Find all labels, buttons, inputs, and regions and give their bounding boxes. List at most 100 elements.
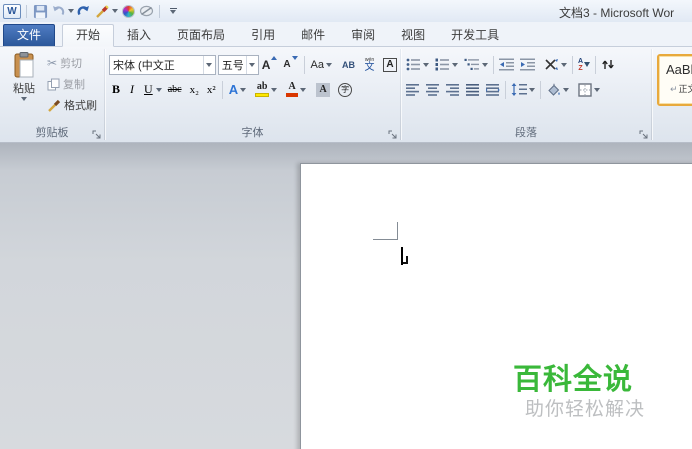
shrink-font-button[interactable]: A <box>280 54 300 75</box>
color-wheel-button[interactable] <box>120 2 136 20</box>
italic-button[interactable]: I <box>127 79 137 100</box>
tab-file[interactable]: 文件 <box>3 24 56 46</box>
align-center-button[interactable] <box>424 79 442 100</box>
ribbon-tab-bar: 文件 开始 插入 页面布局 引用 邮件 审阅 视图 开发工具 <box>0 22 692 47</box>
clipboard-dialog-launcher[interactable] <box>90 128 102 140</box>
distribute-icon <box>486 83 500 96</box>
copy-icon <box>47 78 60 90</box>
font-name-value: 宋体 (中文正 <box>113 59 175 72</box>
justify-icon <box>466 83 479 96</box>
numbering-button[interactable] <box>433 54 460 75</box>
strikethrough-button[interactable]: abc <box>165 79 185 100</box>
tab-page-layout[interactable]: 页面布局 <box>164 25 238 46</box>
tab-mailings[interactable]: 邮件 <box>288 25 338 46</box>
text-highlight-button[interactable]: ab <box>252 79 280 100</box>
paste-clipboard-icon <box>14 52 34 78</box>
customize-qat-button[interactable] <box>165 2 181 20</box>
shading-bucket-icon <box>548 83 560 96</box>
multilevel-list-button[interactable] <box>462 54 490 75</box>
character-border-button[interactable]: A <box>380 54 400 75</box>
format-painter-button[interactable]: 格式刷 <box>47 97 97 113</box>
align-right-button[interactable] <box>444 79 462 100</box>
align-left-icon <box>406 83 419 96</box>
redo-icon <box>77 6 89 16</box>
bullets-dropdown-arrow-icon[interactable] <box>423 62 429 67</box>
asian-layout-dropdown-arrow-icon[interactable] <box>561 62 567 67</box>
undo-button[interactable] <box>50 2 66 20</box>
text-effects-button[interactable]: A <box>226 79 249 100</box>
watermark-title: 百科全说 <box>513 364 634 396</box>
copy-button[interactable]: 复制 <box>47 76 97 92</box>
shading-button[interactable] <box>544 79 571 100</box>
numbering-dropdown-arrow-icon[interactable] <box>452 62 458 67</box>
align-left-button[interactable] <box>404 79 422 100</box>
redo-button[interactable] <box>76 2 92 20</box>
borders-button[interactable] <box>576 79 602 100</box>
paste-button[interactable]: 粘贴 <box>5 52 43 125</box>
line-spacing-button[interactable] <box>509 79 537 100</box>
asian-layout-button[interactable] <box>542 54 569 75</box>
align-right-icon <box>446 83 459 96</box>
divider <box>221 80 223 99</box>
document-page[interactable]: 百科全说 助你轻松解决 <box>300 163 692 449</box>
paragraph-dialog-launcher[interactable] <box>637 128 649 140</box>
font-dialog-launcher[interactable] <box>386 128 398 140</box>
font-group: 宋体 (中文正 五号 A A Aa AB wén 文 A B I U abc x… <box>105 47 400 142</box>
dialog-launcher-icon <box>92 130 100 138</box>
increase-indent-button[interactable] <box>518 54 537 75</box>
shading-dropdown-arrow-icon[interactable] <box>563 87 569 92</box>
phonetic-guide-button[interactable]: wén 文 <box>361 54 378 75</box>
change-case-button[interactable]: Aa <box>308 54 335 75</box>
sort-button[interactable]: A Z <box>576 54 592 75</box>
bullets-button[interactable] <box>404 54 431 75</box>
decrease-indent-icon <box>499 58 514 71</box>
text-effects-dropdown-arrow-icon <box>240 87 247 92</box>
tab-insert[interactable]: 插入 <box>114 25 164 46</box>
show-hide-marks-button[interactable] <box>599 54 617 75</box>
tab-home[interactable]: 开始 <box>62 24 115 47</box>
draw-toggle-button[interactable] <box>138 2 154 20</box>
numbering-icon <box>435 58 449 71</box>
tab-review[interactable]: 审阅 <box>338 25 388 46</box>
brush-dropdown-arrow-icon[interactable] <box>112 9 118 13</box>
tab-references[interactable]: 引用 <box>238 25 288 46</box>
justify-button[interactable] <box>464 79 482 100</box>
line-spacing-dropdown-arrow-icon[interactable] <box>529 87 535 92</box>
word-logo-icon[interactable]: W <box>3 3 21 19</box>
character-border-icon: A <box>383 57 397 72</box>
font-size-combobox[interactable]: 五号 <box>217 54 259 75</box>
borders-dropdown-arrow-icon[interactable] <box>594 87 600 92</box>
grow-font-arrow-icon <box>271 56 278 60</box>
divider <box>159 4 160 18</box>
paste-dropdown-arrow-icon[interactable] <box>21 97 27 101</box>
underline-button[interactable]: U <box>141 79 156 100</box>
undo-dropdown-arrow-icon[interactable] <box>68 9 74 13</box>
subscript-button[interactable]: x₂ <box>187 79 202 100</box>
title-bar[interactable]: W 文档3 - Microsoft Wor <box>0 0 692 22</box>
tab-developer[interactable]: 开发工具 <box>438 25 512 46</box>
bold-button[interactable]: B <box>109 79 123 100</box>
highlight-dropdown-arrow-icon[interactable] <box>271 87 278 92</box>
divider <box>595 55 597 74</box>
enclose-characters-button[interactable]: 字 <box>335 79 355 100</box>
underline-dropdown-arrow-icon[interactable] <box>155 87 162 92</box>
paragraph-group-label: 段落 <box>515 127 537 139</box>
cut-button[interactable]: ✂ 剪切 <box>47 55 97 71</box>
tab-view[interactable]: 视图 <box>388 25 438 46</box>
font-size-dropdown[interactable] <box>245 55 258 74</box>
font-color-button[interactable]: A <box>283 79 309 100</box>
multilevel-dropdown-arrow-icon[interactable] <box>482 62 488 67</box>
clear-formatting-button[interactable]: AB <box>339 54 358 75</box>
character-shading-button[interactable]: A <box>313 79 333 100</box>
font-color-dropdown-arrow-icon[interactable] <box>300 87 307 92</box>
style-normal-card[interactable]: AaBb ↵正文 <box>657 54 692 106</box>
grow-font-button[interactable]: A <box>259 54 281 75</box>
font-name-dropdown[interactable] <box>202 55 215 74</box>
format-brush-button[interactable] <box>94 2 110 20</box>
save-button[interactable] <box>32 2 48 20</box>
font-name-combobox[interactable]: 宋体 (中文正 <box>109 54 216 75</box>
decrease-indent-button[interactable] <box>497 54 516 75</box>
distribute-button[interactable] <box>484 79 502 100</box>
superscript-button[interactable]: x² <box>204 79 219 100</box>
sort-down-arrow-icon <box>584 62 591 67</box>
